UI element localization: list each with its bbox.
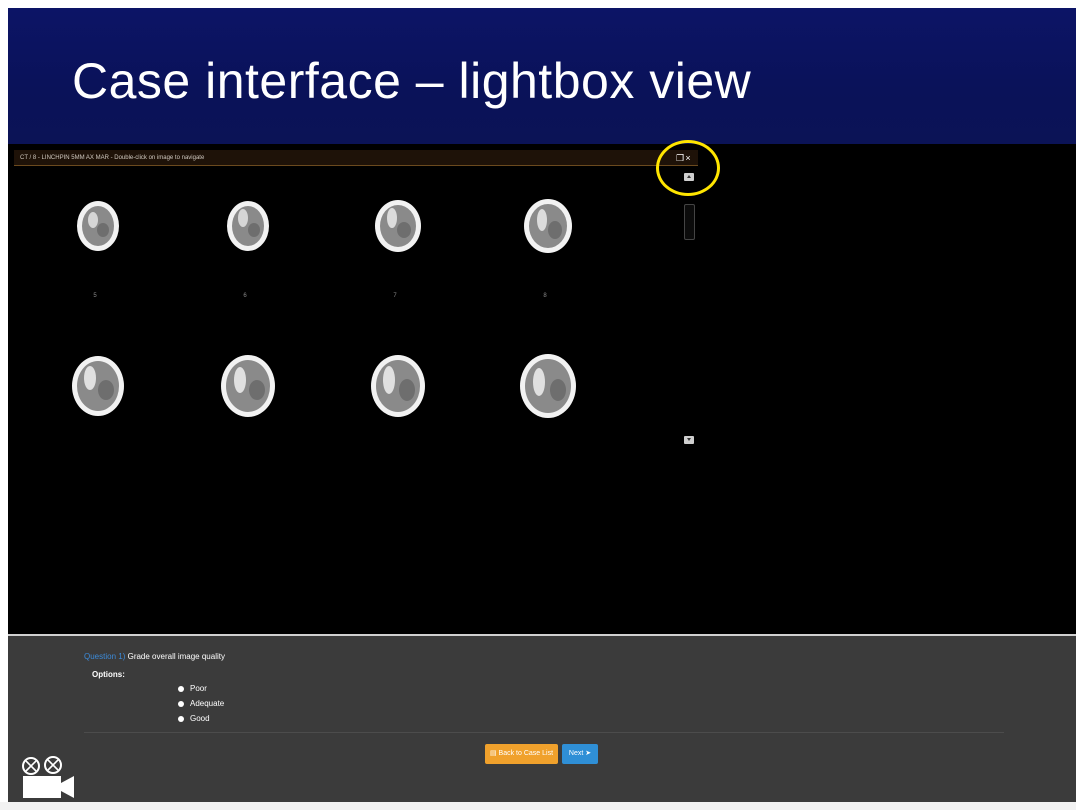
- next-button[interactable]: Next ➤: [562, 744, 598, 764]
- ct-thumbnail[interactable]: [368, 192, 448, 262]
- thumbnail-label: 6: [243, 293, 247, 299]
- question-panel: Question 1) Grade overall image quality …: [8, 634, 1076, 802]
- option-good[interactable]: Good: [178, 714, 210, 723]
- ct-thumbnail[interactable]: [68, 192, 148, 262]
- scrollbar-thumb[interactable]: [684, 204, 695, 240]
- arrow-right-circle-icon: ➤: [583, 750, 592, 757]
- ct-thumbnail[interactable]: [518, 192, 598, 262]
- option-label: Adequate: [190, 699, 225, 708]
- thumbnail-label: 8: [543, 293, 547, 299]
- scroll-up-button[interactable]: [684, 173, 694, 181]
- options-label: Options:: [92, 670, 125, 679]
- slide-footer: [0, 802, 1076, 810]
- question-text: Grade overall image quality: [127, 652, 225, 661]
- ct-slice-image: [221, 355, 275, 417]
- slide-title: Case interface – lightbox view: [72, 53, 752, 109]
- slide: Case interface – lightbox view CT / 8 - …: [8, 8, 1076, 802]
- ct-slice-image: [375, 200, 421, 252]
- video-camera-icon: [22, 756, 74, 798]
- ct-thumbnail[interactable]: [66, 348, 146, 418]
- option-adequate[interactable]: Adequate: [178, 699, 224, 708]
- divider: [84, 732, 1004, 733]
- highlight-circle: [656, 140, 720, 196]
- scroll-down-button[interactable]: [684, 436, 694, 444]
- option-poor[interactable]: Poor: [178, 684, 207, 693]
- ct-slice-image: [520, 354, 576, 418]
- ct-thumbnail[interactable]: [366, 348, 446, 418]
- ct-slice-image: [72, 356, 124, 416]
- ct-slice-image: [371, 355, 425, 417]
- radio-icon[interactable]: [178, 700, 184, 707]
- ct-slice-image: [227, 201, 269, 251]
- radio-icon[interactable]: [178, 715, 184, 722]
- list-icon: ▤: [489, 750, 499, 757]
- ct-thumbnail[interactable]: [516, 348, 596, 418]
- radio-icon[interactable]: [178, 685, 184, 692]
- ct-slice-image: [77, 201, 119, 251]
- thumbnail-label: 5: [93, 293, 97, 299]
- question-number: Question 1): [84, 652, 126, 661]
- back-to-case-list-button[interactable]: ▤ Back to Case List: [485, 744, 558, 764]
- option-label: Good: [190, 714, 210, 723]
- option-label: Poor: [190, 684, 207, 693]
- title-band: Case interface – lightbox view: [8, 8, 1076, 144]
- thumbnail-label: 7: [393, 293, 397, 299]
- ct-slice-image: [524, 199, 572, 253]
- question-line: Question 1) Grade overall image quality: [84, 652, 225, 661]
- ct-thumbnail[interactable]: [218, 192, 298, 262]
- viewer-header: CT / 8 - LINCHPIN 5MM AX MAR - Double-cl…: [14, 150, 698, 166]
- ct-thumbnail[interactable]: [216, 348, 296, 418]
